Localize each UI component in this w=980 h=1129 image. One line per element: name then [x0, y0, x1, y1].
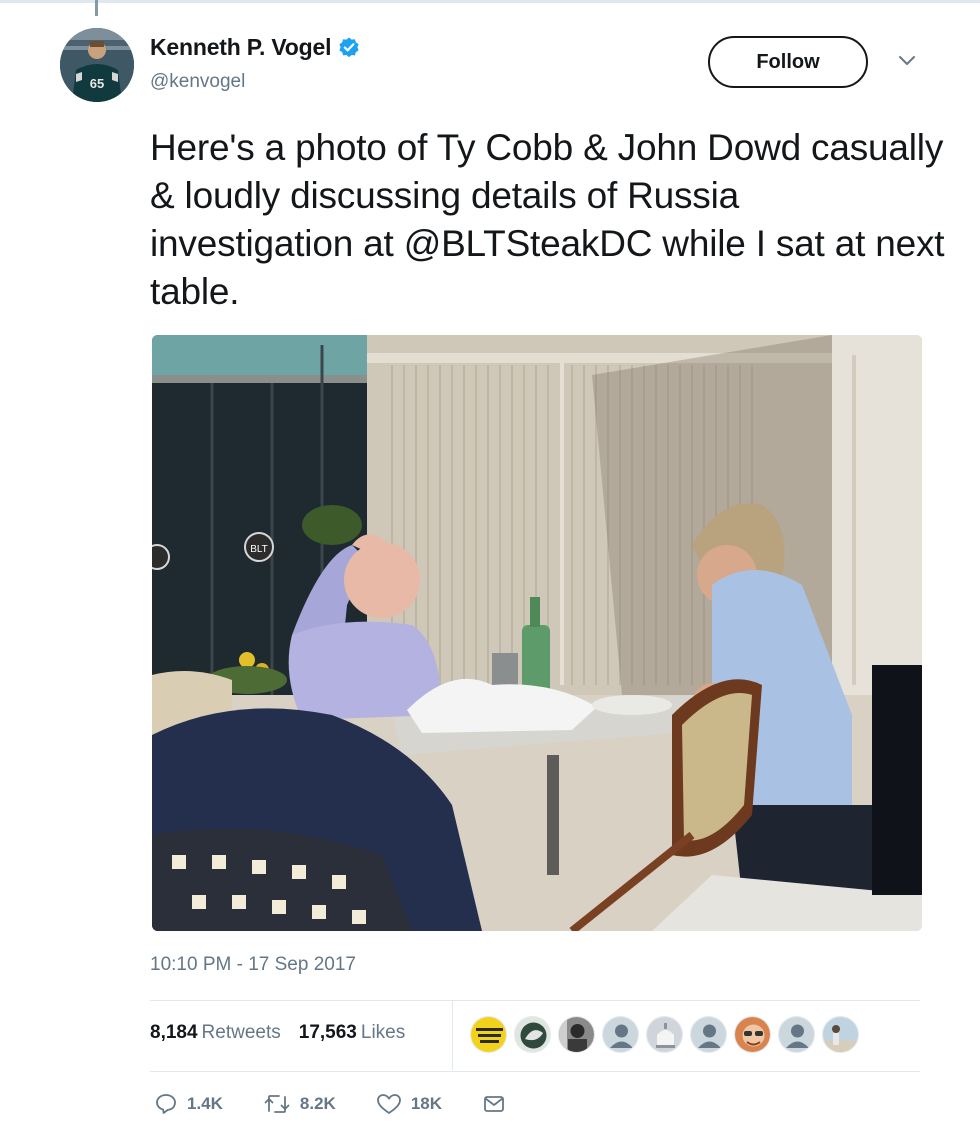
liker-avatar[interactable]	[778, 1016, 815, 1053]
author-display-name[interactable]: Kenneth P. Vogel	[150, 34, 331, 61]
verified-badge-icon	[337, 36, 361, 60]
tweet-photo[interactable]: BLT	[152, 335, 922, 931]
tweet-text: Here's a photo of Ty Cobb & John Dowd ca…	[150, 127, 945, 312]
liker-avatar[interactable]	[602, 1016, 639, 1053]
message-action[interactable]	[482, 1092, 506, 1116]
reply-count: 1.4K	[187, 1094, 223, 1113]
retweets-label: Retweets	[201, 1022, 281, 1043]
tweet-timestamp[interactable]: 10:10 PM - 17 Sep 2017	[150, 954, 356, 976]
retweet-icon[interactable]	[263, 1092, 291, 1116]
liker-avatar[interactable]	[646, 1016, 683, 1053]
window-top-border	[0, 0, 980, 3]
author-handle[interactable]: @kenvogel	[150, 71, 245, 93]
author-avatar[interactable]: 65	[60, 28, 134, 102]
follow-button[interactable]: Follow	[708, 36, 868, 88]
retweet-count: 8.2K	[299, 1094, 336, 1113]
likes-label: Likes	[360, 1022, 406, 1043]
window-top-tick	[95, 0, 98, 16]
liker-avatars	[470, 1016, 866, 1053]
envelope-icon[interactable]	[482, 1092, 506, 1116]
stats-vertical-divider	[452, 1000, 453, 1070]
likes-stat[interactable]: 17,563 Likes	[299, 1022, 405, 1044]
author-name-row[interactable]: Kenneth P. Vogel	[150, 34, 361, 61]
chevron-down-icon[interactable]	[897, 54, 917, 68]
avatar-jersey-number: 65	[90, 76, 104, 91]
liker-avatar[interactable]	[734, 1016, 771, 1053]
heart-icon[interactable]	[376, 1092, 402, 1116]
restaurant-sign: BLT	[250, 544, 268, 555]
likes-count: 17,563	[298, 1022, 357, 1043]
retweets-count: 8,184	[150, 1022, 198, 1043]
stats-top-divider	[150, 1000, 920, 1001]
liker-avatar[interactable]	[514, 1016, 551, 1053]
retweet-action[interactable]: 8.2K	[263, 1092, 336, 1116]
reply-icon[interactable]	[154, 1092, 178, 1116]
liker-avatar[interactable]	[690, 1016, 727, 1053]
liker-avatar[interactable]	[470, 1016, 507, 1053]
actions-top-divider	[150, 1071, 920, 1072]
like-action[interactable]: 18K	[376, 1092, 442, 1116]
reply-action[interactable]: 1.4K	[154, 1092, 223, 1116]
tweet-actions: 1.4K 8.2K 18K	[154, 1092, 546, 1116]
liker-avatar[interactable]	[822, 1016, 859, 1053]
like-count: 18K	[410, 1094, 443, 1113]
liker-avatar[interactable]	[558, 1016, 595, 1053]
tweet-stats: 8,184 Retweets 17,563 Likes	[150, 1022, 423, 1044]
retweets-stat[interactable]: 8,184 Retweets	[150, 1022, 281, 1044]
